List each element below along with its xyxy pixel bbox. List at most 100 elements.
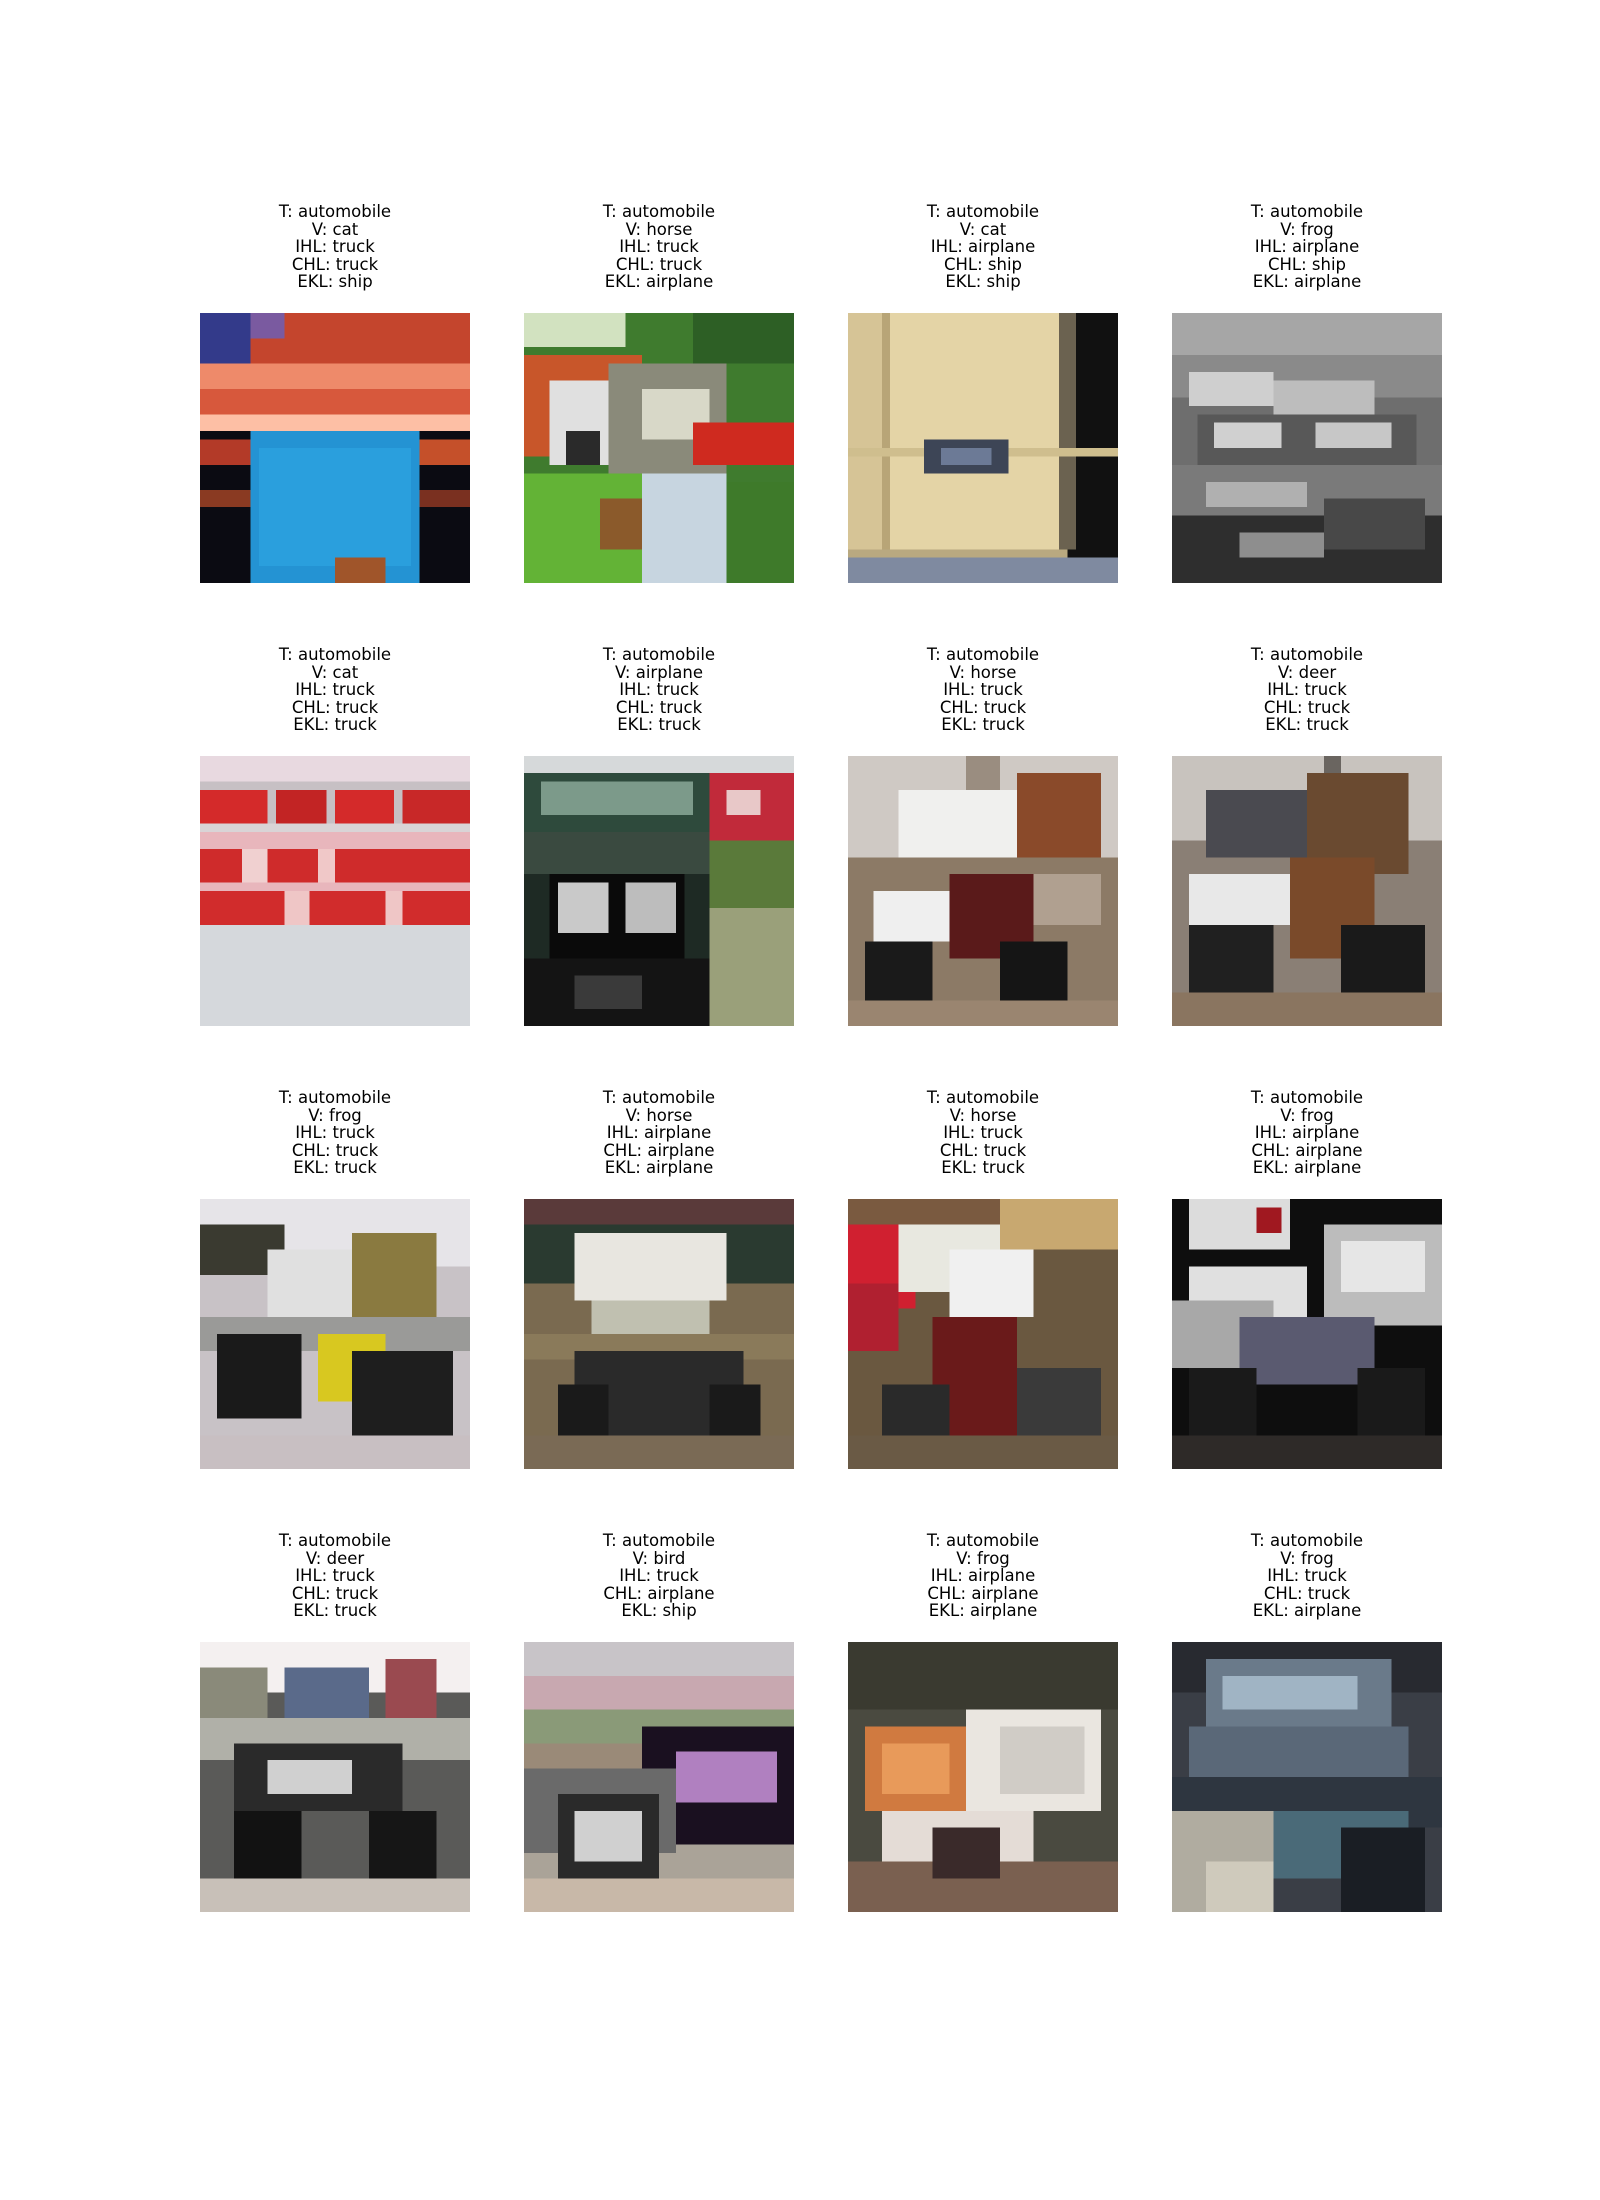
pixel-block — [999, 941, 1068, 1010]
sample-caption: T: automobile V: frog IHL: airplane CHL: ai… — [848, 1532, 1118, 1620]
true-label: T: automobile — [1250, 1531, 1364, 1550]
pixel-block — [402, 789, 470, 824]
pixel-block — [1222, 1675, 1358, 1710]
pixel-block — [200, 439, 251, 465]
v-label: V: deer — [305, 1548, 365, 1568]
sample-caption: T: automobile V: horse IHL: truck CHL: truc… — [848, 646, 1118, 734]
pixel-block — [1340, 924, 1426, 993]
pixel-block — [233, 1810, 302, 1879]
true-label: T: automobile — [926, 1088, 1040, 1107]
chl-label: CHL: ship — [943, 254, 1023, 274]
pixel-block — [1172, 992, 1442, 1026]
pixel-block — [709, 1384, 761, 1436]
pixel-block — [557, 1384, 609, 1436]
sample-caption: T: automobile V: frog IHL: airplane CHL: ai… — [1172, 1089, 1442, 1177]
sample-caption: T: automobile V: bird IHL: truck CHL: airpl… — [524, 1532, 794, 1620]
true-label: T: automobile — [926, 202, 1040, 221]
ihl-label: IHL: airplane — [1254, 237, 1360, 257]
chl-label: CHL: truck — [1263, 1583, 1351, 1603]
chl-label: CHL: truck — [291, 1140, 379, 1160]
chl-label: CHL: truck — [1263, 697, 1351, 717]
pixel-block — [1315, 422, 1392, 448]
pixel-block — [1205, 1861, 1274, 1912]
pixel-block — [200, 882, 470, 891]
pixel-block — [200, 1667, 268, 1718]
pixel-block — [275, 789, 327, 824]
pixel-block — [524, 831, 710, 875]
ekl-label: EKL: truck — [1265, 715, 1349, 735]
ekl-label: EKL: airplane — [604, 1158, 714, 1178]
chl-label: CHL: truck — [291, 254, 379, 274]
sample-caption: T: automobile V: cat IHL: airplane CHL: shi… — [848, 203, 1118, 291]
sample-image-pixels — [1172, 756, 1442, 1026]
sample-caption: T: automobile V: cat IHL: truck CHL: truck E… — [200, 203, 470, 291]
pixel-block — [200, 363, 470, 389]
pixel-block — [368, 1810, 437, 1879]
pixel-block — [574, 1810, 643, 1862]
chl-label: CHL: truck — [939, 697, 1027, 717]
sample-image — [524, 1642, 794, 1912]
pixel-block — [625, 882, 676, 934]
v-label: V: frog — [956, 1548, 1010, 1568]
pixel-block — [351, 1232, 437, 1318]
pixel-block — [1340, 1241, 1426, 1292]
ihl-label: IHL: truck — [619, 680, 699, 700]
ekl-label: EKL: airplane — [928, 1601, 1038, 1621]
ekl-label: EKL: ship — [297, 272, 373, 292]
pixel-block — [642, 473, 727, 583]
sample-image — [848, 1642, 1118, 1912]
pixel-block — [200, 490, 251, 508]
pixel-block — [692, 422, 794, 465]
sample-image — [200, 1642, 470, 1912]
sample-image-pixels — [848, 313, 1118, 583]
sample-image — [200, 1199, 470, 1469]
pixel-block — [200, 414, 470, 432]
v-label: V: cat — [959, 219, 1007, 239]
sample-caption: T: automobile V: cat IHL: truck CHL: truck E… — [200, 646, 470, 734]
pixel-block — [540, 781, 693, 816]
ihl-label: IHL: truck — [1267, 1566, 1347, 1586]
v-label: V: cat — [311, 219, 359, 239]
chl-label: CHL: airplane — [603, 1140, 715, 1160]
sample-image-pixels — [524, 313, 794, 583]
pixel-block — [351, 1350, 454, 1436]
pixel-block — [335, 557, 386, 583]
pixel-block — [1016, 1367, 1102, 1436]
pixel-block — [848, 1435, 1118, 1469]
sample-caption: T: automobile V: horse IHL: airplane CHL: a… — [524, 1089, 794, 1177]
v-label: V: airplane — [614, 662, 703, 682]
pixel-block — [267, 1760, 352, 1794]
pixel-block — [574, 975, 643, 1010]
pixel-block — [848, 557, 1118, 583]
pixel-block — [419, 439, 470, 465]
sample-caption: T: automobile V: horse IHL: truck CHL: truc… — [848, 1089, 1118, 1177]
pixel-block — [1188, 1367, 1257, 1436]
sample-image-pixels — [524, 1199, 794, 1469]
true-label: T: automobile — [278, 1531, 392, 1550]
sample-image — [1172, 1642, 1442, 1912]
pixel-block — [1357, 1367, 1426, 1436]
pixel-block — [200, 1435, 470, 1469]
ekl-label: EKL: ship — [621, 1601, 697, 1621]
pixel-block — [881, 1743, 950, 1794]
pixel-block — [1172, 313, 1442, 356]
sample-image — [848, 1199, 1118, 1469]
sample-image — [1172, 313, 1442, 583]
ihl-label: IHL: truck — [295, 1123, 375, 1143]
ekl-label: EKL: airplane — [1252, 272, 1362, 292]
pixel-block — [709, 907, 794, 1026]
true-label: T: automobile — [1250, 1088, 1364, 1107]
pixel-block — [1214, 422, 1282, 448]
pixel-block — [1172, 1435, 1442, 1469]
true-label: T: automobile — [602, 1088, 716, 1107]
pixel-block — [848, 549, 1068, 558]
ekl-label: EKL: truck — [293, 715, 377, 735]
pixel-block — [848, 1000, 1118, 1026]
pixel-block — [524, 1435, 794, 1469]
ekl-label: EKL: truck — [617, 715, 701, 735]
pixel-block — [385, 891, 403, 925]
chl-label: CHL: truck — [291, 1583, 379, 1603]
ihl-label: IHL: truck — [943, 1123, 1023, 1143]
ihl-label: IHL: airplane — [930, 237, 1036, 257]
ekl-label: EKL: airplane — [604, 272, 714, 292]
